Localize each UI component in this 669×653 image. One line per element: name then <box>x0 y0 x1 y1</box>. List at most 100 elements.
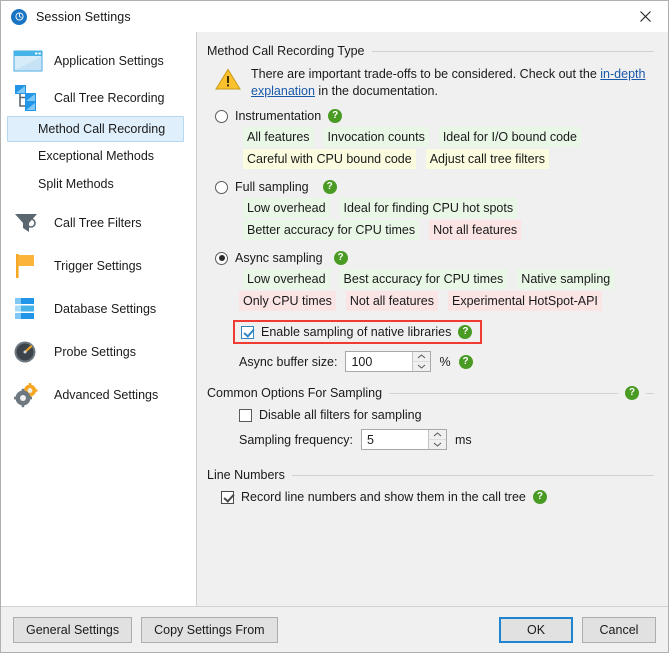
session-settings-dialog: Session Settings Application Settings Ca… <box>0 0 669 653</box>
sidebar-item-label: Method Call Recording <box>38 122 166 136</box>
help-icon[interactable]: ? <box>458 354 473 369</box>
tag: Not all features <box>345 291 438 311</box>
record-line-numbers-row[interactable]: Record line numbers and show them in the… <box>221 490 654 504</box>
close-icon[interactable] <box>622 1 668 32</box>
radio-async-sampling[interactable] <box>215 251 228 265</box>
sidebar-item-label: Database Settings <box>54 301 157 316</box>
sampling-frequency-stepper[interactable] <box>360 429 447 450</box>
checkbox-label: Disable all filters for sampling <box>259 408 422 422</box>
sidebar-item-label: Probe Settings <box>54 344 136 359</box>
dialog-body: Application Settings Call Tree Recording <box>1 32 668 606</box>
warning-text-part2: in the documentation. <box>314 84 438 98</box>
sidebar-item-trigger-settings[interactable]: Trigger Settings <box>1 247 196 284</box>
option-instrumentation[interactable]: Instrumentation ? <box>215 109 654 123</box>
stepper-up-icon[interactable] <box>428 430 446 440</box>
tag: Adjust call tree filters <box>425 149 550 169</box>
help-icon[interactable]: ? <box>625 386 639 400</box>
async-buffer-size-stepper[interactable] <box>345 351 432 372</box>
async-buffer-size-label: Async buffer size: <box>239 354 338 369</box>
tag: Better accuracy for CPU times <box>243 220 420 240</box>
help-icon[interactable]: ? <box>458 325 473 339</box>
option-full-sampling[interactable]: Full sampling ? <box>215 180 654 194</box>
async-sampling-tags-row-1: Low overhead Best accuracy for CPU times… <box>243 269 654 289</box>
group-divider-tail <box>646 392 654 394</box>
disable-all-filters-row[interactable]: Disable all filters for sampling <box>239 408 654 422</box>
warning-text-part1: There are important trade-offs to be con… <box>251 67 601 81</box>
checkbox-label: Record line numbers and show them in the… <box>241 490 526 504</box>
sidebar-item-call-tree-filters[interactable]: Call Tree Filters <box>1 204 196 241</box>
tag: Low overhead <box>243 198 330 218</box>
sampling-frequency-label: Sampling frequency: <box>239 432 353 447</box>
info-circle-icon <box>11 8 27 25</box>
enable-native-libraries-highlight: Enable sampling of native libraries ? <box>233 320 483 344</box>
group-header: Line Numbers <box>207 468 654 482</box>
async-sampling-tags-row-2: Only CPU times Not all features Experime… <box>239 291 654 311</box>
tag: Low overhead <box>243 269 330 289</box>
copy-settings-from-button[interactable]: Copy Settings From <box>141 616 278 643</box>
option-label: Async sampling <box>235 251 323 265</box>
common-options-for-sampling-group: Common Options For Sampling ? Disable al… <box>207 386 654 450</box>
option-label: Full sampling <box>235 180 309 194</box>
call-tree-icon <box>13 84 47 112</box>
tag: Only CPU times <box>239 291 336 311</box>
tag: Best accuracy for CPU times <box>339 269 508 289</box>
warning-text: There are important trade-offs to be con… <box>251 66 654 100</box>
sampling-frequency-input[interactable] <box>361 430 428 449</box>
sidebar-item-exceptional-methods[interactable]: Exceptional Methods <box>1 142 196 170</box>
help-icon[interactable]: ? <box>333 251 348 265</box>
full-sampling-tags-row-1: Low overhead Ideal for finding CPU hot s… <box>243 198 654 218</box>
option-async-sampling[interactable]: Async sampling ? <box>215 251 654 265</box>
help-icon[interactable]: ? <box>322 180 337 194</box>
instrumentation-tags-row-1: All features Invocation counts Ideal for… <box>243 127 654 147</box>
radio-full-sampling[interactable] <box>215 180 228 194</box>
sidebar-item-call-tree-recording[interactable]: Call Tree Recording <box>1 79 196 116</box>
group-header: Method Call Recording Type <box>207 44 654 58</box>
sampling-frequency-row: Sampling frequency: ms <box>239 429 654 450</box>
sidebar-item-split-methods[interactable]: Split Methods <box>1 170 196 198</box>
checkbox-disable-all-filters[interactable] <box>239 408 252 422</box>
method-call-recording-type-group: Method Call Recording Type There are imp… <box>207 44 654 372</box>
sidebar-item-database-settings[interactable]: Database Settings <box>1 290 196 327</box>
sidebar-item-method-call-recording[interactable]: Method Call Recording <box>7 116 184 142</box>
sidebar-item-probe-settings[interactable]: Probe Settings <box>1 333 196 370</box>
checkbox-record-line-numbers[interactable] <box>221 490 234 504</box>
sidebar-item-label: Call Tree Recording <box>54 90 165 105</box>
cancel-button[interactable]: Cancel <box>582 616 656 643</box>
tag: All features <box>243 127 314 147</box>
stepper-down-icon[interactable] <box>428 440 446 449</box>
line-numbers-group: Line Numbers Record line numbers and sho… <box>207 468 654 504</box>
stepper-up-icon[interactable] <box>413 352 431 362</box>
sidebar-item-label: Call Tree Filters <box>54 215 142 230</box>
async-buffer-size-input[interactable] <box>346 352 413 371</box>
ok-button[interactable]: OK <box>499 616 573 643</box>
tag: Not all features <box>429 220 522 240</box>
checkbox-label: Enable sampling of native libraries <box>261 325 452 339</box>
tag: Ideal for finding CPU hot spots <box>339 198 518 218</box>
checkbox-enable-native-libraries[interactable] <box>241 325 254 339</box>
sidebar-item-label: Trigger Settings <box>54 258 142 273</box>
full-sampling-tags-row-2: Better accuracy for CPU times Not all fe… <box>243 220 654 240</box>
stepper-down-icon[interactable] <box>413 362 431 371</box>
sampling-frequency-unit: ms <box>454 432 472 447</box>
help-icon[interactable]: ? <box>328 109 343 123</box>
funnel-icon <box>13 211 47 235</box>
stepper-buttons <box>412 352 431 371</box>
sidebar-item-label: Split Methods <box>38 177 114 191</box>
general-settings-button[interactable]: General Settings <box>13 616 133 643</box>
stepper-buttons <box>427 430 446 449</box>
sidebar-item-application-settings[interactable]: Application Settings <box>1 42 196 79</box>
application-window-icon <box>13 48 47 74</box>
sidebar-item-advanced-settings[interactable]: Advanced Settings <box>1 376 196 413</box>
flag-icon <box>13 253 47 279</box>
tradeoff-warning: There are important trade-offs to be con… <box>215 66 654 100</box>
group-divider <box>291 474 654 476</box>
group-divider <box>389 392 618 394</box>
group-title: Method Call Recording Type <box>207 44 365 58</box>
tag: Invocation counts <box>323 127 429 147</box>
radio-instrumentation[interactable] <box>215 109 228 123</box>
group-header: Common Options For Sampling ? <box>207 386 654 400</box>
window-title: Session Settings <box>36 9 131 24</box>
settings-sidebar: Application Settings Call Tree Recording <box>1 32 197 606</box>
help-icon[interactable]: ? <box>532 490 547 504</box>
tag: Native sampling <box>517 269 615 289</box>
